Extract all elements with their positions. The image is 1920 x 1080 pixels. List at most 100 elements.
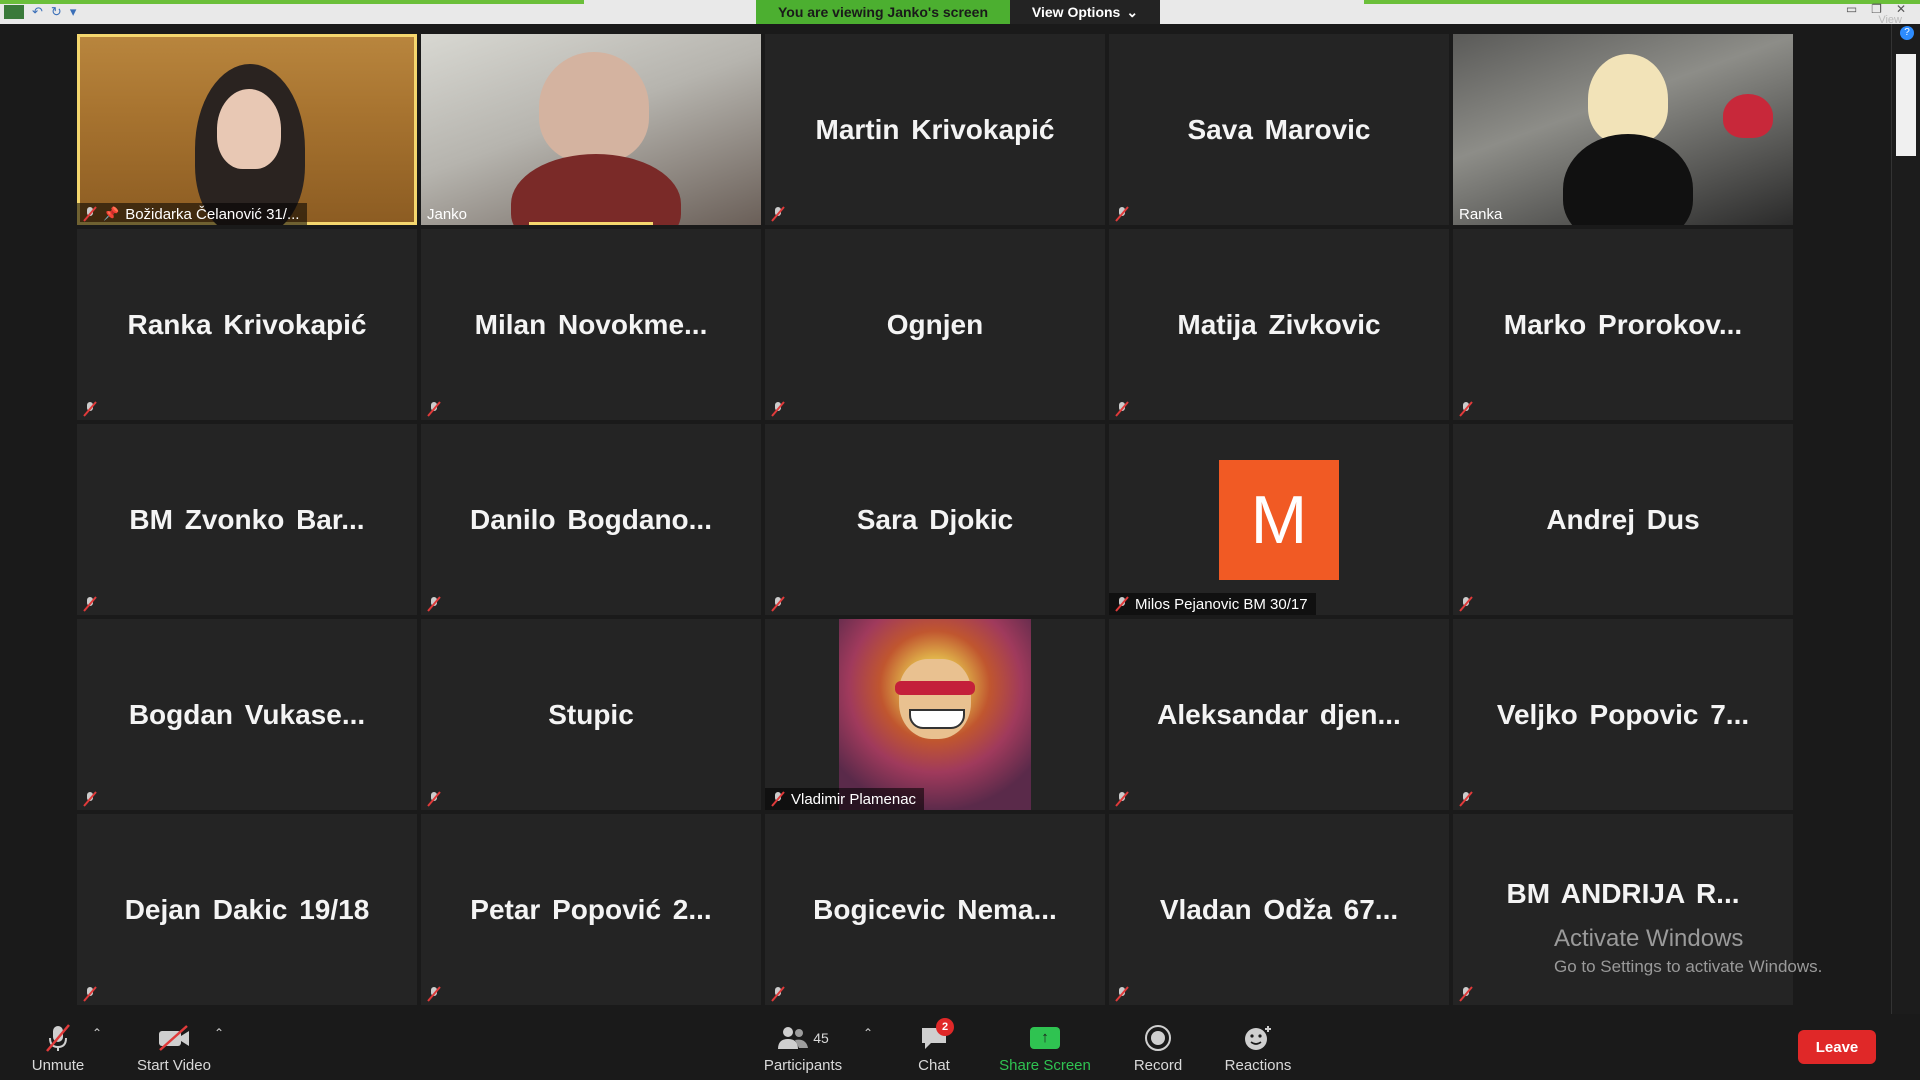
viewing-screen-banner: You are viewing Janko's screen: [756, 0, 1010, 24]
participant-footer: [77, 788, 105, 810]
participant-tile[interactable]: Martin Krivokapić: [765, 34, 1105, 225]
share-screen-button[interactable]: ↑ Share Screen: [995, 1014, 1095, 1080]
participant-tile[interactable]: Ranka: [1453, 34, 1793, 225]
participant-tile[interactable]: M Milos Pejanovic BM 30/17: [1109, 424, 1449, 615]
participants-button[interactable]: 45 Participants: [760, 1014, 846, 1080]
participant-footer: [421, 398, 449, 420]
progress-strip-right: [1364, 0, 1920, 4]
participant-name: Veljko Popovic 7...: [1496, 698, 1750, 730]
participant-footer: Vladimir Plamenac: [765, 788, 925, 810]
participant-name: Andrej Dus: [1546, 503, 1700, 535]
muted-mic-icon: [1115, 596, 1129, 612]
participant-name: Danilo Bogdano...: [470, 503, 712, 535]
watermark-subtitle: Go to Settings to activate Windows.: [1554, 957, 1823, 976]
undo-icon[interactable]: ↶: [32, 4, 43, 20]
redo-icon[interactable]: ↻: [51, 4, 62, 20]
participant-tile[interactable]: Bogicevic Nema...: [765, 814, 1105, 1005]
participant-footer: [1453, 398, 1481, 420]
active-speaker-indicator: [529, 222, 653, 225]
participant-tile[interactable]: Bogdan Vukase...: [77, 619, 417, 810]
customize-icon[interactable]: ▾: [70, 4, 77, 20]
muted-mic-icon: [1459, 791, 1473, 807]
start-video-button[interactable]: Start Video: [130, 1014, 218, 1080]
participant-tile[interactable]: Milan Novokme...: [421, 229, 761, 420]
participant-footer: Janko: [421, 203, 475, 225]
participant-footer: [77, 398, 105, 420]
minimize-icon[interactable]: ▭: [1846, 2, 1857, 16]
participant-name: Ranka Krivokapić: [127, 308, 367, 340]
reactions-label: Reactions: [1224, 1056, 1292, 1074]
muted-mic-icon: [83, 791, 97, 807]
participant-tile[interactable]: Janko: [421, 34, 761, 225]
help-icon[interactable]: ?: [1900, 26, 1914, 40]
record-icon: [1145, 1024, 1171, 1051]
participants-options-chevron-icon[interactable]: ⌃: [863, 1026, 873, 1040]
chat-button[interactable]: 2 Chat: [904, 1014, 964, 1080]
participant-footer: [1453, 593, 1481, 615]
participant-tile[interactable]: Marko Prorokov...: [1453, 229, 1793, 420]
participant-tile[interactable]: Vladan Odža 67...: [1109, 814, 1449, 1005]
participant-name: Petar Popović 2...: [470, 893, 712, 925]
audio-options-chevron-icon[interactable]: ⌃: [92, 1026, 102, 1040]
participant-tile[interactable]: Andrej Dus: [1453, 424, 1793, 615]
participant-footer: [421, 593, 449, 615]
watermark-title: Activate Windows: [1554, 925, 1744, 952]
participant-footer: [77, 983, 105, 1005]
share-screen-icon: ↑: [1030, 1026, 1060, 1049]
scrollbar[interactable]: [1891, 24, 1920, 1014]
participant-tile[interactable]: Dejan Dakic 19/18: [77, 814, 417, 1005]
participant-footer: [77, 593, 105, 615]
participant-footer: [421, 983, 449, 1005]
view-options-button[interactable]: View Options ⌄: [1010, 0, 1160, 24]
participant-name: BM Zvonko Bar...: [129, 503, 365, 535]
chat-unread-badge: 2: [936, 1018, 954, 1036]
participant-footer: [765, 983, 793, 1005]
leave-button[interactable]: Leave: [1798, 1030, 1876, 1064]
participant-tile[interactable]: Sara Djokic: [765, 424, 1105, 615]
muted-mic-icon: [427, 986, 441, 1002]
participant-tile[interactable]: Stupic: [421, 619, 761, 810]
muted-mic-icon: [771, 791, 785, 807]
participant-tile[interactable]: BM Zvonko Bar...: [77, 424, 417, 615]
video-options-chevron-icon[interactable]: ⌃: [214, 1026, 224, 1040]
avatar: M: [1219, 459, 1339, 580]
start-video-label: Start Video: [137, 1056, 211, 1074]
participant-name: Milos Pejanovic BM 30/17: [1135, 595, 1308, 613]
muted-mic-icon: [83, 206, 97, 222]
scrollbar-thumb[interactable]: [1896, 54, 1916, 156]
participant-tile[interactable]: Vladimir Plamenac: [765, 619, 1105, 810]
participant-footer: [1109, 203, 1137, 225]
muted-mic-icon: [771, 986, 785, 1002]
share-screen-label: Share Screen: [999, 1056, 1091, 1074]
muted-mic-icon: [771, 206, 785, 222]
participant-tile[interactable]: Sava Marovic: [1109, 34, 1449, 225]
participant-footer: [1453, 788, 1481, 810]
top-strip: ↶ ↻ ▾ You are viewing Janko's screen Vie…: [0, 0, 1920, 26]
participant-name: Bogicevic Nema...: [813, 893, 1057, 925]
muted-mic-icon: [1459, 596, 1473, 612]
muted-mic-icon: [83, 596, 97, 612]
participant-tile[interactable]: Aleksandar djen...: [1109, 619, 1449, 810]
participant-name: Janko: [427, 205, 468, 223]
participant-name: Matija Zivkovic: [1177, 308, 1381, 340]
participant-footer: [765, 203, 793, 225]
record-button[interactable]: Record: [1122, 1014, 1194, 1080]
participant-name: Martin Krivokapić: [815, 113, 1055, 145]
participant-tile[interactable]: Ranka Krivokapić: [77, 229, 417, 420]
participant-tile[interactable]: Matija Zivkovic: [1109, 229, 1449, 420]
participants-label: Participants: [763, 1056, 843, 1074]
participant-tile[interactable]: Ognjen: [765, 229, 1105, 420]
quick-access-toolbar: ↶ ↻ ▾: [4, 2, 76, 22]
participant-tile[interactable]: Veljko Popovic 7...: [1453, 619, 1793, 810]
participants-icon: [778, 1026, 809, 1049]
participant-tile[interactable]: Petar Popović 2...: [421, 814, 761, 1005]
participant-footer: Milos Pejanovic BM 30/17: [1109, 593, 1316, 615]
participant-name: Vladan Odža 67...: [1159, 893, 1399, 925]
unmute-button[interactable]: Unmute: [22, 1014, 94, 1080]
participant-tile[interactable]: Danilo Bogdano...: [421, 424, 761, 615]
muted-mic-icon: [83, 401, 97, 417]
reactions-button[interactable]: Reactions: [1218, 1014, 1298, 1080]
participant-footer: [1109, 398, 1137, 420]
participant-tile[interactable]: 📌 Božidarka Čelanović 31/...: [77, 34, 417, 225]
chevron-down-icon: ⌄: [1126, 3, 1139, 20]
